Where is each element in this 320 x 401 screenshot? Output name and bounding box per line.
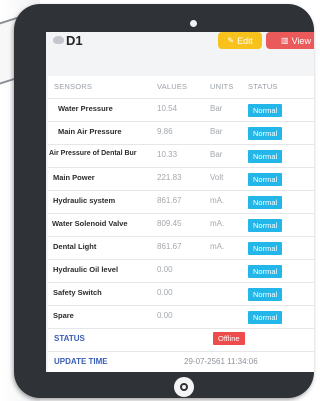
sensor-name: Hydraulic system	[53, 196, 116, 205]
sensor-unit: mA.	[210, 196, 225, 205]
offline-badge-wrap: Offline	[213, 332, 245, 345]
sensor-name: Main Power	[53, 173, 95, 182]
header-status: STATUS	[248, 82, 278, 91]
table-header: SENSORS VALUES UNITS STATUS	[48, 76, 314, 99]
normal-badge: Normal	[248, 311, 283, 324]
view-button[interactable]: ▥ View	[266, 32, 314, 49]
edit-button-label: Edit	[237, 35, 253, 46]
camera-dot	[190, 20, 197, 27]
normal-badge: Normal	[248, 104, 283, 117]
sensor-value: 0.00	[157, 288, 173, 297]
normal-badge: Normal	[248, 150, 283, 163]
sensor-unit: mA.	[210, 242, 225, 251]
sensor-name: Water Pressure	[58, 104, 113, 113]
table-row: Dental Light 861.67 mA. Normal	[48, 237, 314, 260]
normal-badge: Normal	[248, 173, 283, 186]
table-row: Main Air Pressure 9.86 Bar Normal	[48, 122, 314, 145]
normal-badge: Normal	[248, 242, 283, 255]
sensor-value: 861.67	[157, 196, 182, 205]
home-icon	[180, 383, 188, 391]
sensor-name: Dental Light	[53, 242, 97, 251]
edit-icon: ✎	[227, 36, 235, 45]
sensor-value: 10.54	[157, 104, 178, 113]
home-button[interactable]	[174, 377, 194, 397]
normal-badge: Normal	[248, 127, 283, 140]
normal-badge: Normal	[248, 196, 283, 209]
status-badge: Normal	[248, 173, 283, 186]
screen: D1 ✎ Edit ▥ View SENSORS VALUES UNITS ST…	[46, 32, 314, 372]
device-title: D1	[66, 33, 83, 48]
table-row: Water Solenoid Valve 809.45 mA. Normal	[48, 214, 314, 237]
device-status-row: STATUS Offline	[48, 329, 314, 352]
sensor-value: 0.00	[157, 265, 173, 274]
sensor-value: 10.33	[157, 150, 178, 159]
status-badge: Normal	[248, 127, 283, 140]
sensor-table: SENSORS VALUES UNITS STATUS Water Pressu…	[48, 76, 314, 372]
status-badge: Normal	[248, 219, 283, 232]
table-row: Air Pressure of Dental Bur 10.33 Bar Nor…	[48, 145, 314, 168]
sensor-name: Hydraulic Oil level	[53, 265, 119, 274]
view-button-label: View	[291, 35, 311, 46]
chat-icon	[53, 36, 64, 44]
sensor-unit: Bar	[210, 104, 223, 113]
sensor-name: Water Solenoid Valve	[52, 219, 128, 228]
normal-badge: Normal	[248, 219, 283, 232]
sensor-name: Main Air Pressure	[58, 127, 122, 136]
table-row: Main Power 221.83 Volt Normal	[48, 168, 314, 191]
update-time-row: UPDATE TIME 29-07-2561 11:34:06	[48, 352, 314, 372]
status-badge: Normal	[248, 288, 283, 301]
header-sensors: SENSORS	[54, 82, 93, 91]
sensor-name: Spare	[53, 311, 74, 320]
sensor-unit: mA.	[210, 219, 225, 228]
device-header: D1 ✎ Edit ▥ View	[46, 32, 314, 54]
sensor-value: 221.83	[157, 173, 182, 182]
table-row: Water Pressure 10.54 Bar Normal	[48, 99, 314, 122]
sensor-name: Air Pressure of Dental Bur	[49, 150, 137, 157]
status-badge: Normal	[248, 196, 283, 209]
sensor-value: 0.00	[157, 311, 173, 320]
status-badge: Normal	[248, 104, 283, 117]
status-badge: Normal	[248, 150, 283, 163]
sensor-unit: Volt	[210, 173, 224, 182]
status-badge: Normal	[248, 242, 283, 255]
header-values: VALUES	[157, 82, 188, 91]
tablet-frame: D1 ✎ Edit ▥ View SENSORS VALUES UNITS ST…	[14, 4, 314, 398]
sensor-value: 861.67	[157, 242, 182, 251]
normal-badge: Normal	[248, 288, 283, 301]
table-row: Hydraulic system 861.67 mA. Normal	[48, 191, 314, 214]
chart-icon: ▥	[281, 36, 289, 45]
sensor-value: 809.45	[157, 219, 182, 228]
header-units: UNITS	[210, 82, 234, 91]
update-time-value: 29-07-2561 11:34:06	[184, 357, 258, 366]
normal-badge: Normal	[248, 265, 283, 278]
sensor-value: 9.86	[157, 127, 173, 136]
offline-badge: Offline	[213, 332, 245, 345]
sensor-unit: Bar	[210, 127, 223, 136]
edit-button[interactable]: ✎ Edit	[218, 32, 262, 49]
sensor-name: Safety Switch	[53, 288, 102, 297]
status-badge: Normal	[248, 311, 283, 324]
update-time-label: UPDATE TIME	[54, 357, 108, 366]
sensor-unit: Bar	[210, 150, 223, 159]
table-row: Safety Switch 0.00 Normal	[48, 283, 314, 306]
status-badge: Normal	[248, 265, 283, 278]
status-label: STATUS	[54, 334, 85, 343]
table-row: Hydraulic Oil level 0.00 Normal	[48, 260, 314, 283]
table-row: Spare 0.00 Normal	[48, 306, 314, 329]
